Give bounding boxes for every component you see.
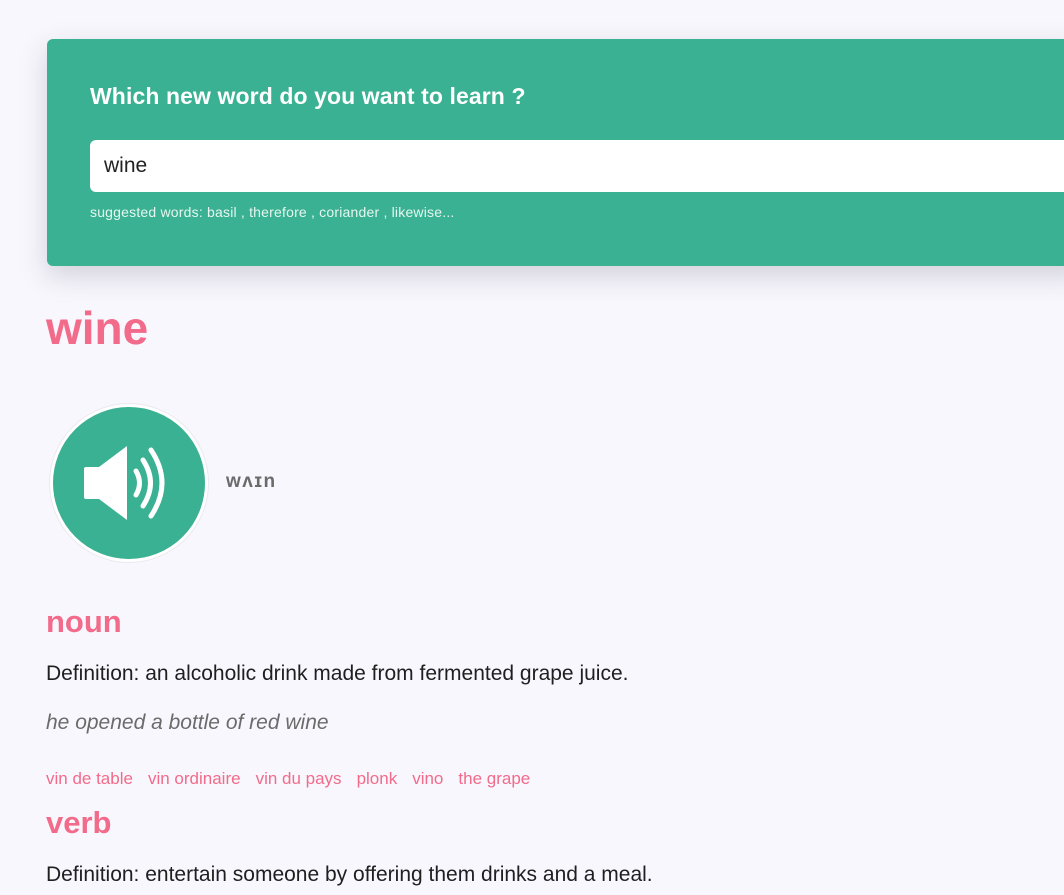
synonym-list: vin de table vin ordinaire vin du pays p…: [46, 770, 530, 787]
suggested-words: suggested words: basil , therefore , cor…: [90, 204, 455, 220]
definition-noun: Definition: an alcoholic drink made from…: [46, 662, 629, 685]
part-of-speech-noun: noun: [46, 604, 122, 639]
play-audio-button[interactable]: [50, 404, 208, 562]
synonym-link[interactable]: vin du pays: [256, 770, 342, 787]
word-title: wine: [46, 302, 149, 354]
search-card: Which new word do you want to learn ? su…: [47, 39, 1064, 266]
synonym-link[interactable]: vin de table: [46, 770, 133, 787]
search-input[interactable]: [90, 140, 1064, 192]
synonym-link[interactable]: vin ordinaire: [148, 770, 241, 787]
definition-verb: Definition: entertain someone by offerin…: [46, 863, 653, 886]
part-of-speech-verb: verb: [46, 805, 112, 840]
synonym-link[interactable]: plonk: [357, 770, 398, 787]
search-heading: Which new word do you want to learn ?: [90, 83, 526, 109]
example-sentence: he opened a bottle of red wine: [46, 711, 329, 734]
synonym-link[interactable]: vino: [412, 770, 443, 787]
synonym-link[interactable]: the grape: [458, 770, 530, 787]
phonetic-transcription: wʌɪn: [226, 471, 277, 492]
speaker-icon: [84, 446, 165, 520]
